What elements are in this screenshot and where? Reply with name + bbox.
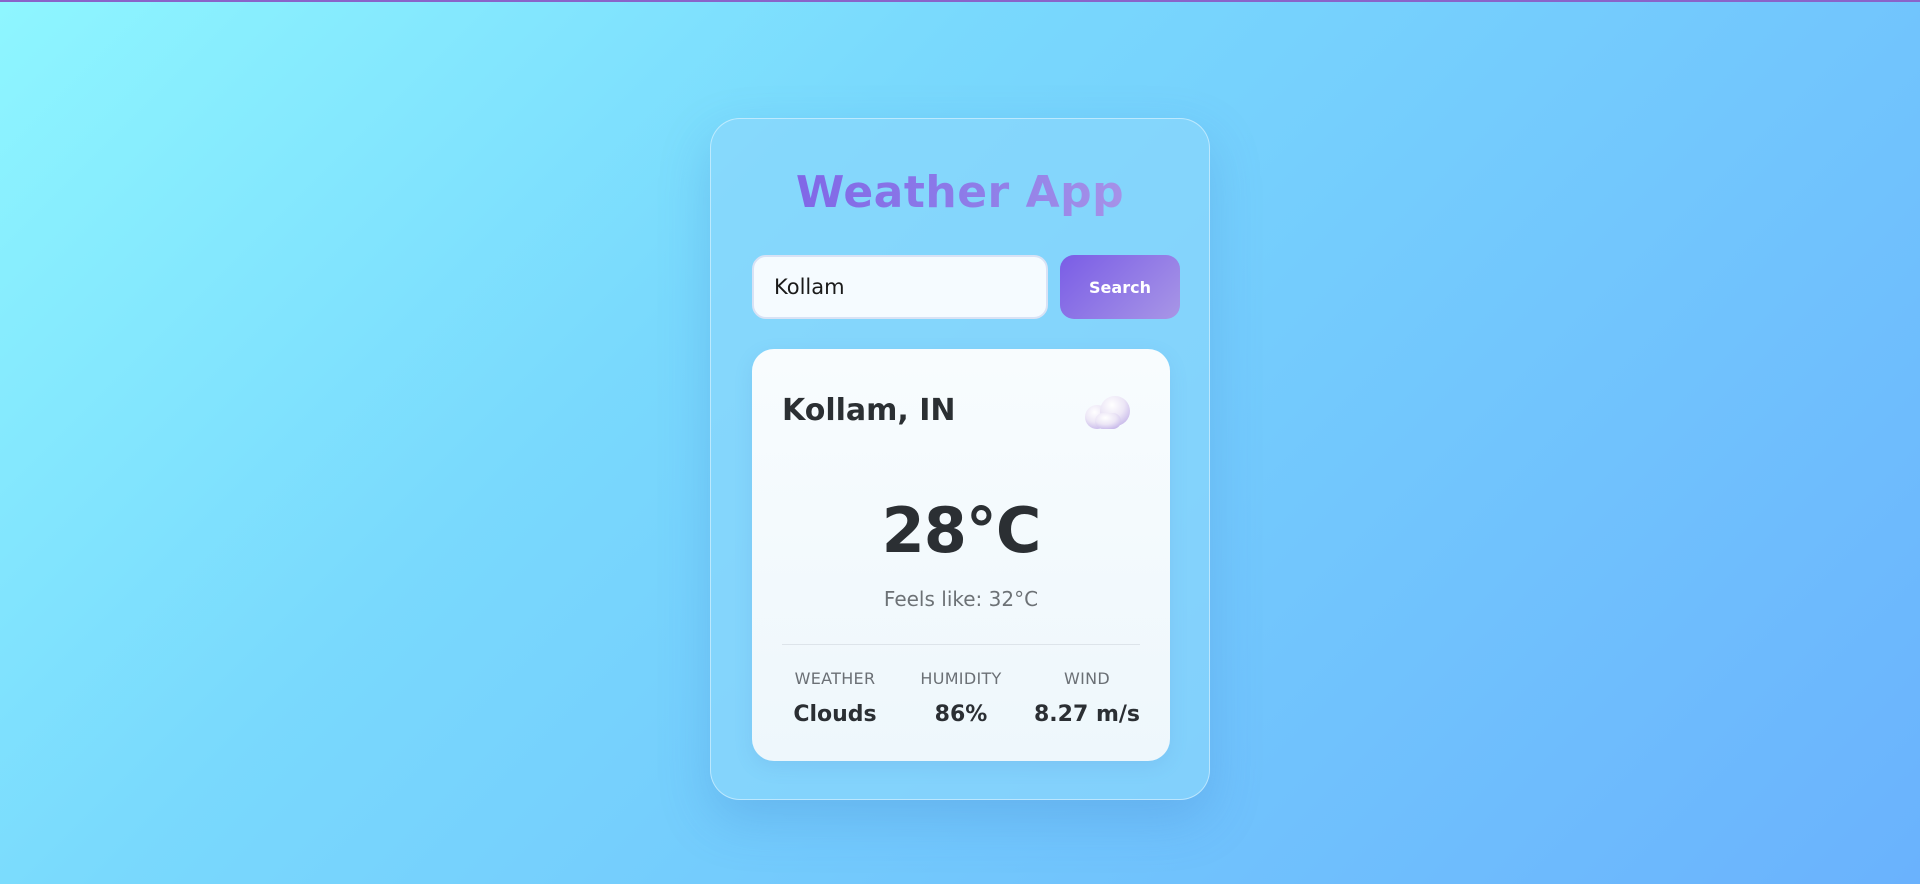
cloud-icon <box>1085 396 1130 429</box>
city-search-input[interactable] <box>752 255 1048 319</box>
detail-weather: WEATHER Clouds <box>772 667 898 729</box>
top-accent-bar <box>0 0 1920 2</box>
detail-label: WIND <box>1063 669 1111 688</box>
feels-like-text: Feels like: 32°C <box>752 587 1170 611</box>
detail-label: HUMIDITY <box>920 669 1002 688</box>
weather-details: WEATHER Clouds HUMIDITY 86% WIND 8.27 m/… <box>772 667 1150 729</box>
detail-value: 8.27 m/s <box>1034 702 1140 727</box>
search-button[interactable]: Search <box>1060 255 1180 319</box>
weather-app-container: Weather App Search Kollam, IN 28°C Feels… <box>710 118 1210 800</box>
weather-result-card: Kollam, IN 28°C Feels like: 32°C WEATHER… <box>752 349 1170 761</box>
detail-value: Clouds <box>793 702 877 727</box>
feels-like-label: Feels like: <box>883 587 989 611</box>
location-name: Kollam, IN <box>782 393 956 428</box>
detail-humidity: HUMIDITY 86% <box>898 667 1024 729</box>
temperature-value: 28°C <box>881 494 1042 567</box>
detail-value: 86% <box>934 702 988 727</box>
app-title: Weather App <box>711 163 1209 223</box>
feels-like-value: 32°C <box>988 587 1039 611</box>
details-divider <box>782 644 1140 645</box>
detail-label: WEATHER <box>794 669 876 688</box>
detail-wind: WIND 8.27 m/s <box>1024 667 1150 729</box>
